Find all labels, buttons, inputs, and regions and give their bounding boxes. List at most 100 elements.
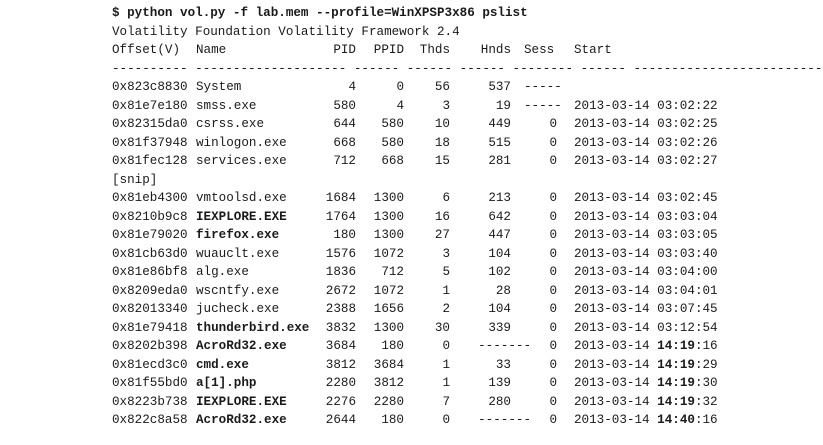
process-name: wscntfy.exe xyxy=(196,283,280,298)
process-start-time: 2013-03-14 03:02:45 xyxy=(574,189,718,208)
process-start-time: 2013-03-14 03:07:45 xyxy=(574,300,718,319)
process-handles: 537 xyxy=(488,80,511,94)
process-ppid: 1072 xyxy=(373,283,404,298)
command-text: $ python vol.py -f lab.mem --profile=Win… xyxy=(112,6,528,20)
header-hnds: Hnds xyxy=(480,43,511,57)
start-hour-minute: 03:02 xyxy=(657,191,695,205)
process-handles: 102 xyxy=(488,265,511,279)
process-offset: 0x81e86bf8 xyxy=(112,265,188,279)
process-session: 0 xyxy=(549,209,557,224)
banner-text: Volatility Foundation Volatility Framewo… xyxy=(112,24,460,39)
process-session: 0 xyxy=(549,320,557,335)
process-handles: 28 xyxy=(495,283,511,298)
process-row: 0x81eb4300 vmtoolsd.exe 1684 1300 6 213 0 2013-… xyxy=(112,189,822,208)
process-handles: 642 xyxy=(488,209,511,224)
process-pid: 2644 xyxy=(325,413,356,427)
process-row: 0x823c8830 System 4 0 56 537 ----- xyxy=(112,78,822,97)
process-session: 0 xyxy=(549,135,557,150)
process-name: a[1].php xyxy=(196,376,257,390)
process-start-time: 2013-03-14 03:04:00 xyxy=(574,263,718,282)
process-row: 0x81fec128 services.exe 712 668 15 281 0 2013-0… xyxy=(112,152,822,171)
process-start-time: 2013-03-14 14:19:32 xyxy=(574,393,718,412)
process-session: 0 xyxy=(549,228,557,242)
process-pid: 180 xyxy=(333,228,356,242)
process-pid: 2388 xyxy=(325,302,356,316)
process-threads: 27 xyxy=(434,228,450,242)
process-start-time: 2013-03-14 03:03:05 xyxy=(574,226,718,245)
process-offset: 0x822c8a58 xyxy=(112,413,188,427)
process-offset: 0x823c8830 xyxy=(112,80,188,94)
process-session: ----- xyxy=(524,98,562,113)
process-pid: 2276 xyxy=(325,394,356,409)
start-date: 2013-03-14 xyxy=(574,320,650,335)
process-row: 0x8210b9c8 IEXPLORE.EXE 1764 1300 16 642 0 2013… xyxy=(112,208,822,227)
process-session: 0 xyxy=(549,376,557,390)
process-name: IEXPLORE.EXE xyxy=(196,394,287,409)
process-offset: 0x81e79418 xyxy=(112,320,188,335)
header-start: Start xyxy=(574,43,612,57)
process-offset: 0x81e7e180 xyxy=(112,98,188,113)
process-session: 0 xyxy=(549,191,557,205)
process-row: 0x81e79418 thunderbird.exe 3832 1300 30 339 0 2… xyxy=(112,319,822,338)
process-ppid: 0 xyxy=(396,80,404,94)
process-start-time: 2013-03-14 14:19:29 xyxy=(574,356,718,375)
process-pid: 4 xyxy=(348,80,356,94)
start-seconds: :54 xyxy=(694,320,718,335)
process-threads: 18 xyxy=(434,135,450,150)
process-handles: 447 xyxy=(488,228,511,242)
header-sess: Sess xyxy=(524,43,555,57)
process-name: cmd.exe xyxy=(196,357,249,372)
process-threads: 1 xyxy=(442,357,450,372)
process-threads: 15 xyxy=(434,154,450,168)
header-pid: PID xyxy=(333,43,356,57)
start-date: 2013-03-14 xyxy=(574,339,650,353)
process-start-time: 2013-03-14 03:02:25 xyxy=(574,117,718,131)
start-hour-minute: 03:04 xyxy=(657,283,695,298)
process-handles: 33 xyxy=(495,357,511,372)
process-ppid: 1300 xyxy=(373,209,404,224)
start-hour-minute: 14:19 xyxy=(657,394,695,409)
process-handles: 104 xyxy=(488,302,511,316)
process-row: 0x8209eda0 wscntfy.exe 2672 1072 1 28 0 2013-03… xyxy=(112,282,822,301)
header-offset: Offset(V) xyxy=(112,43,181,57)
process-ppid: 1072 xyxy=(373,246,404,261)
process-threads: 30 xyxy=(434,320,450,335)
process-threads: 16 xyxy=(434,209,450,224)
start-date: 2013-03-14 xyxy=(574,246,650,261)
process-threads: 2 xyxy=(442,302,450,316)
process-handles: 19 xyxy=(495,98,511,113)
process-ppid: 1300 xyxy=(373,191,404,205)
process-pid: 3832 xyxy=(325,320,356,335)
process-row: 0x81f37948 winlogon.exe 668 580 18 515 0 2013-0… xyxy=(112,134,822,153)
process-pid: 580 xyxy=(333,98,356,113)
process-threads: 1 xyxy=(442,283,450,298)
process-offset: 0x8210b9c8 xyxy=(112,209,188,224)
start-hour-minute: 03:04 xyxy=(657,265,695,279)
start-date: 2013-03-14 xyxy=(574,265,650,279)
process-ppid: 4 xyxy=(396,98,404,113)
start-date: 2013-03-14 xyxy=(574,357,650,372)
process-name: services.exe xyxy=(196,154,287,168)
process-name: AcroRd32.exe xyxy=(196,339,287,353)
process-list-top: 0x823c8830 System 4 0 56 537 ----- 0x81e7e180 sm… xyxy=(112,78,822,171)
process-threads: 3 xyxy=(442,98,450,113)
process-start-time: 2013-03-14 14:40:16 xyxy=(574,411,718,430)
process-session: 0 xyxy=(549,283,557,298)
start-seconds: :00 xyxy=(694,265,718,279)
process-threads: 3 xyxy=(442,246,450,261)
process-session: 0 xyxy=(549,246,557,261)
separator-line: ---------- -------------------- ------ -… xyxy=(112,60,823,79)
process-name: AcroRd32.exe xyxy=(196,413,287,427)
start-seconds: :04 xyxy=(694,209,718,224)
start-seconds: :45 xyxy=(694,302,718,316)
start-hour-minute: 03:03 xyxy=(657,246,695,261)
header-row: Offset(V) Name PID PPID Thds Hnds Sess S… xyxy=(112,41,822,60)
process-row: 0x81ecd3c0 cmd.exe 3812 3684 1 33 0 2013-03-14 … xyxy=(112,356,822,375)
process-row: 0x81e79020 firefox.exe 180 1300 27 447 0 2013-0… xyxy=(112,226,822,245)
start-seconds: :32 xyxy=(694,394,718,409)
process-ppid: 712 xyxy=(381,265,404,279)
process-ppid: 2280 xyxy=(373,394,404,409)
process-handles: ------- xyxy=(478,339,531,353)
process-handles: 281 xyxy=(488,154,511,168)
process-start-time: 2013-03-14 14:19:16 xyxy=(574,337,718,356)
